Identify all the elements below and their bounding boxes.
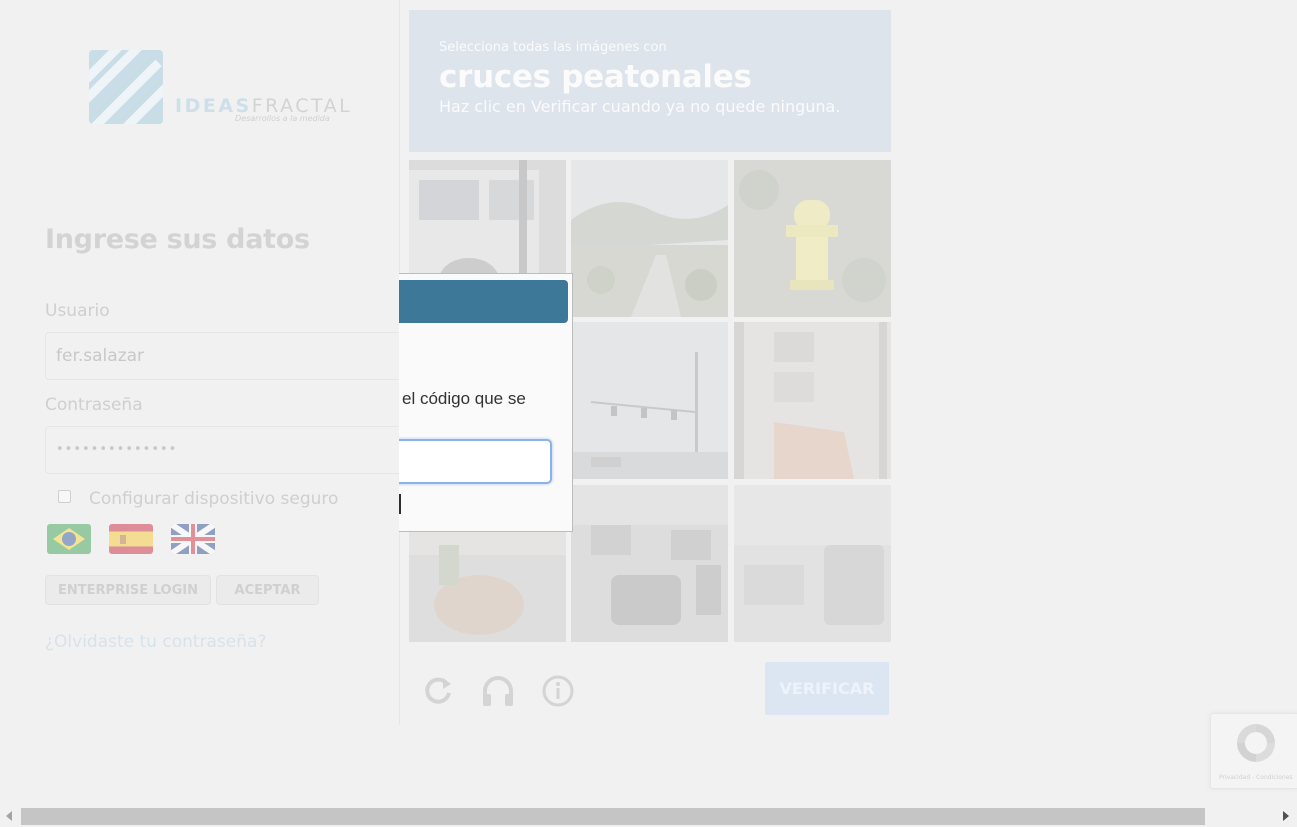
flag-brazil-icon[interactable] — [47, 524, 91, 554]
scrollbar-thumb[interactable] — [21, 808, 1205, 825]
captcha-tile-9[interactable] — [734, 485, 891, 642]
password-label: Contraseña — [45, 395, 143, 415]
password-field[interactable]: •••••••••••••• — [45, 426, 405, 474]
accept-button[interactable]: ACEPTAR — [216, 575, 319, 605]
login-panel: IDEASFRACTAL Desarrollos a la medida Ing… — [0, 0, 405, 725]
scroll-left-arrow-icon[interactable] — [6, 811, 12, 821]
captcha-instruction: Selecciona todas las imágenes con — [439, 40, 667, 55]
flag-uk-icon[interactable] — [171, 524, 215, 554]
logo-mark — [89, 50, 163, 124]
username-label: Usuario — [45, 301, 110, 321]
modal-edge-marker — [399, 494, 401, 514]
captcha-tile-2[interactable] — [571, 160, 728, 317]
secure-device-checkbox[interactable] — [58, 489, 71, 503]
company-logo: IDEASFRACTAL Desarrollos a la medida — [89, 50, 350, 130]
recaptcha-badge[interactable]: Privacidad - Condiciones — [1210, 713, 1297, 789]
verification-code-modal: el código que se — [399, 273, 573, 532]
modal-prompt-text: el código que se — [402, 389, 526, 408]
logo-tagline: Desarrollos a la medida — [235, 114, 330, 123]
captcha-header: Selecciona todas las imágenes con cruces… — [409, 10, 891, 152]
modal-header — [399, 280, 568, 323]
audio-headphones-icon[interactable] — [481, 674, 515, 708]
scroll-right-arrow-icon[interactable] — [1283, 811, 1289, 821]
captcha-tile-8[interactable] — [571, 485, 728, 642]
forgot-password-link[interactable]: ¿Olvidaste tu contraseña? — [45, 632, 266, 652]
captcha-tile-6[interactable] — [734, 322, 891, 479]
info-icon[interactable] — [541, 674, 575, 708]
verification-code-input[interactable] — [399, 439, 552, 484]
captcha-subinstruction: Haz clic en Verificar cuando ya no quede… — [439, 97, 841, 116]
captcha-tile-5[interactable] — [571, 322, 728, 479]
secure-device-row[interactable]: Configurar dispositivo seguro — [58, 487, 338, 511]
reload-icon[interactable] — [421, 674, 455, 708]
horizontal-scrollbar[interactable] — [0, 806, 1297, 827]
recaptcha-privacy-terms[interactable]: Privacidad - Condiciones — [1219, 774, 1293, 781]
flag-spain-icon[interactable] — [109, 524, 153, 554]
language-selector — [47, 524, 215, 554]
captcha-tile-3[interactable] — [734, 160, 891, 317]
username-field[interactable]: fer.salazar — [45, 332, 405, 380]
enterprise-login-button[interactable]: ENTERPRISE LOGIN — [45, 575, 211, 605]
recaptcha-logo-icon — [1233, 720, 1279, 766]
secure-device-label: Configurar dispositivo seguro — [89, 489, 339, 509]
page-title: Ingrese sus datos — [45, 224, 310, 255]
captcha-target: cruces peatonales — [439, 59, 752, 95]
verify-button[interactable]: VERIFICAR — [765, 662, 889, 715]
